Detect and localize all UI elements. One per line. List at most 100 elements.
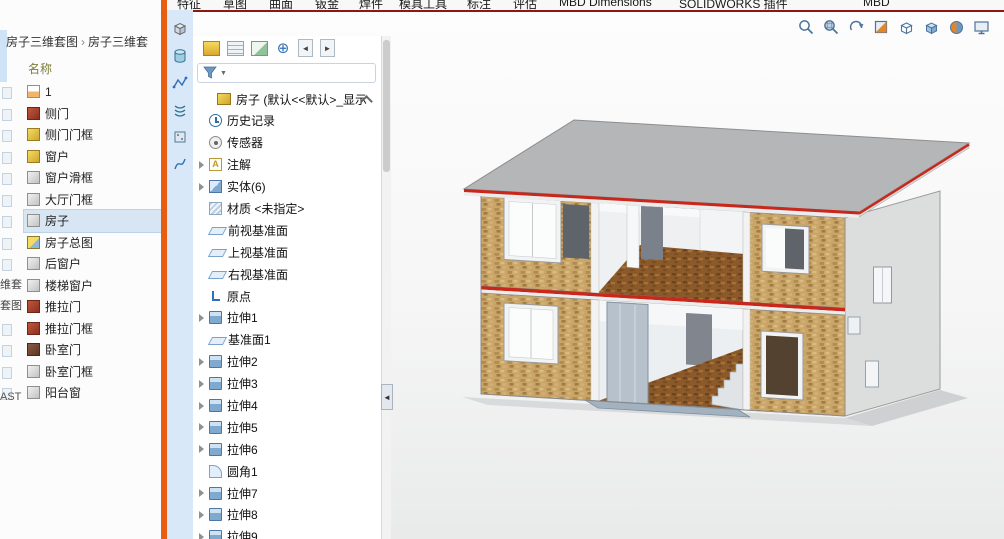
list-item[interactable]: 推拉门框 xyxy=(0,318,161,340)
extrude-icon xyxy=(209,399,222,412)
tree-filter-box[interactable]: ▼ xyxy=(197,63,376,83)
tab-mold-tools[interactable]: 模具工具 xyxy=(399,0,447,12)
tab-solidworks-addins[interactable]: SOLIDWORKS 插件 xyxy=(679,0,788,12)
box-tool-icon[interactable] xyxy=(171,128,189,146)
tab-mbd[interactable]: MBD xyxy=(863,0,890,9)
tree-scrollbar[interactable] xyxy=(381,36,391,539)
tab-sketch[interactable]: 草图 xyxy=(223,0,247,12)
overlay-icon xyxy=(2,345,12,357)
list-item[interactable]: 窗户滑框 xyxy=(0,167,161,189)
tab-evaluate[interactable]: 评估 xyxy=(513,0,537,12)
house-3d-model[interactable] xyxy=(391,10,1004,539)
file-name: 卧室门 xyxy=(45,341,81,358)
tree-root-node[interactable]: 房子 (默认<<默认>_显示 xyxy=(193,88,381,110)
panel-collapse-handle[interactable]: ◄ xyxy=(381,384,393,410)
expand-arrow-icon[interactable] xyxy=(199,380,204,388)
expand-arrow-icon[interactable] xyxy=(199,533,204,539)
tree-node[interactable]: 拉伸2 xyxy=(193,351,381,373)
expand-arrow-icon[interactable] xyxy=(199,358,204,366)
tab-mbd-dimensions[interactable]: MBD Dimensions xyxy=(559,0,652,9)
tree-node[interactable]: 拉伸8 xyxy=(193,504,381,526)
tree-node[interactable]: 上视基准面 xyxy=(193,241,381,263)
helix-tool-icon[interactable] xyxy=(171,101,189,119)
tree-node[interactable]: 右视基准面 xyxy=(193,263,381,285)
list-item[interactable]: 后窗户 xyxy=(0,253,161,275)
tree-node[interactable]: 实体(6) xyxy=(193,176,381,198)
featuremanager-tab-icon[interactable] xyxy=(203,41,220,56)
tab-sheet-metal[interactable]: 钣金 xyxy=(315,0,339,12)
tab-surfaces[interactable]: 曲面 xyxy=(269,0,293,12)
name-column-header[interactable]: 名称 xyxy=(28,60,52,77)
tree-node-label: 右视基准面 xyxy=(228,266,288,283)
tab-scroll-right-button[interactable]: ► xyxy=(320,39,335,57)
expand-arrow-icon[interactable] xyxy=(199,445,204,453)
breadcrumb-segment[interactable]: 房子三维套图 xyxy=(6,35,78,49)
spline-tool-icon[interactable] xyxy=(171,155,189,173)
plane-icon xyxy=(208,271,227,279)
fillet-icon xyxy=(209,465,222,478)
png-image-icon xyxy=(27,85,40,98)
cylinder-tool-icon[interactable] xyxy=(171,47,189,65)
list-item[interactable]: 窗户 xyxy=(0,146,161,168)
list-item[interactable]: 楼梯窗户 xyxy=(0,275,161,297)
expand-arrow-icon[interactable] xyxy=(199,402,204,410)
tree-node[interactable]: 基准面1 xyxy=(193,329,381,351)
tree-node[interactable]: 拉伸3 xyxy=(193,373,381,395)
file-list: 1 侧门 侧门门框 窗户 窗户滑框 大厅门框 房子 房子总图 后窗户 楼梯窗户 … xyxy=(0,81,161,404)
expand-arrow-icon[interactable] xyxy=(199,423,204,431)
polyline-tool-icon[interactable] xyxy=(171,74,189,92)
expand-arrow-icon[interactable] xyxy=(199,314,204,322)
tree-node[interactable]: 拉伸9 xyxy=(193,526,381,539)
expand-arrow-icon[interactable] xyxy=(199,511,204,519)
tree-node[interactable]: 拉伸5 xyxy=(193,416,381,438)
filter-caret-icon[interactable]: ▼ xyxy=(220,70,227,77)
breadcrumb-segment[interactable]: 房子三维套 xyxy=(88,35,148,49)
list-item[interactable]: 卧室门 xyxy=(0,339,161,361)
list-item[interactable]: 大厅门框 xyxy=(0,189,161,211)
part-door-icon xyxy=(27,343,40,356)
expand-arrow-icon[interactable] xyxy=(199,161,204,169)
file-name: 房子 xyxy=(45,212,69,229)
part-frame-icon xyxy=(27,128,40,141)
overlay-icon xyxy=(2,195,12,207)
file-name: 窗户滑框 xyxy=(45,169,93,186)
tree-node[interactable]: 传感器 xyxy=(193,132,381,154)
part-icon xyxy=(27,214,40,227)
scrollbar-thumb[interactable] xyxy=(383,40,390,172)
list-item[interactable]: 侧门门框 xyxy=(0,124,161,146)
tree-node[interactable]: 原点 xyxy=(193,285,381,307)
propertymanager-tab-icon[interactable] xyxy=(227,41,244,56)
tree-node[interactable]: 前视基准面 xyxy=(193,219,381,241)
tree-node[interactable]: 材质 <未指定> xyxy=(193,198,381,220)
list-item[interactable]: 阳台窗 xyxy=(0,382,161,404)
expand-arrow-icon[interactable] xyxy=(199,489,204,497)
filter-funnel-icon xyxy=(203,66,217,80)
part-icon xyxy=(27,365,40,378)
tree-node[interactable]: A注解 xyxy=(193,154,381,176)
breadcrumb-separator: › xyxy=(81,35,85,49)
left-tool-strip xyxy=(167,10,193,539)
tab-annotations[interactable]: 标注 xyxy=(467,0,491,12)
breadcrumb[interactable]: 房子三维套图›房子三维套 xyxy=(6,33,148,50)
configurationmanager-tab-icon[interactable] xyxy=(251,41,268,56)
tree-node[interactable]: 历史记录 xyxy=(193,110,381,132)
tree-node[interactable]: 拉伸6 xyxy=(193,438,381,460)
dimxpertmanager-tab-icon[interactable]: ⊕ xyxy=(275,41,291,56)
list-item[interactable]: 1 xyxy=(0,81,161,103)
tree-node[interactable]: 拉伸7 xyxy=(193,482,381,504)
list-item[interactable]: 推拉门 xyxy=(0,296,161,318)
tree-node[interactable]: 拉伸4 xyxy=(193,395,381,417)
tree-node[interactable]: 圆角1 xyxy=(193,460,381,482)
list-item[interactable]: 卧室门框 xyxy=(0,361,161,383)
tab-scroll-left-button[interactable]: ◄ xyxy=(298,39,313,57)
tree-node-label: 圆角1 xyxy=(227,463,258,480)
list-item-selected[interactable]: 房子 xyxy=(0,210,161,232)
tab-weldments[interactable]: 焊件 xyxy=(359,0,383,12)
orientation-cube-icon[interactable] xyxy=(171,20,189,38)
list-item[interactable]: 侧门 xyxy=(0,103,161,125)
list-item[interactable]: 房子总图 xyxy=(0,232,161,254)
command-manager-tabs: 特征 草图 曲面 钣金 焊件 模具工具 标注 评估 MBD Dimensions… xyxy=(167,0,1004,12)
extrude-icon xyxy=(209,421,222,434)
expand-arrow-icon[interactable] xyxy=(199,183,204,191)
tree-node[interactable]: 拉伸1 xyxy=(193,307,381,329)
